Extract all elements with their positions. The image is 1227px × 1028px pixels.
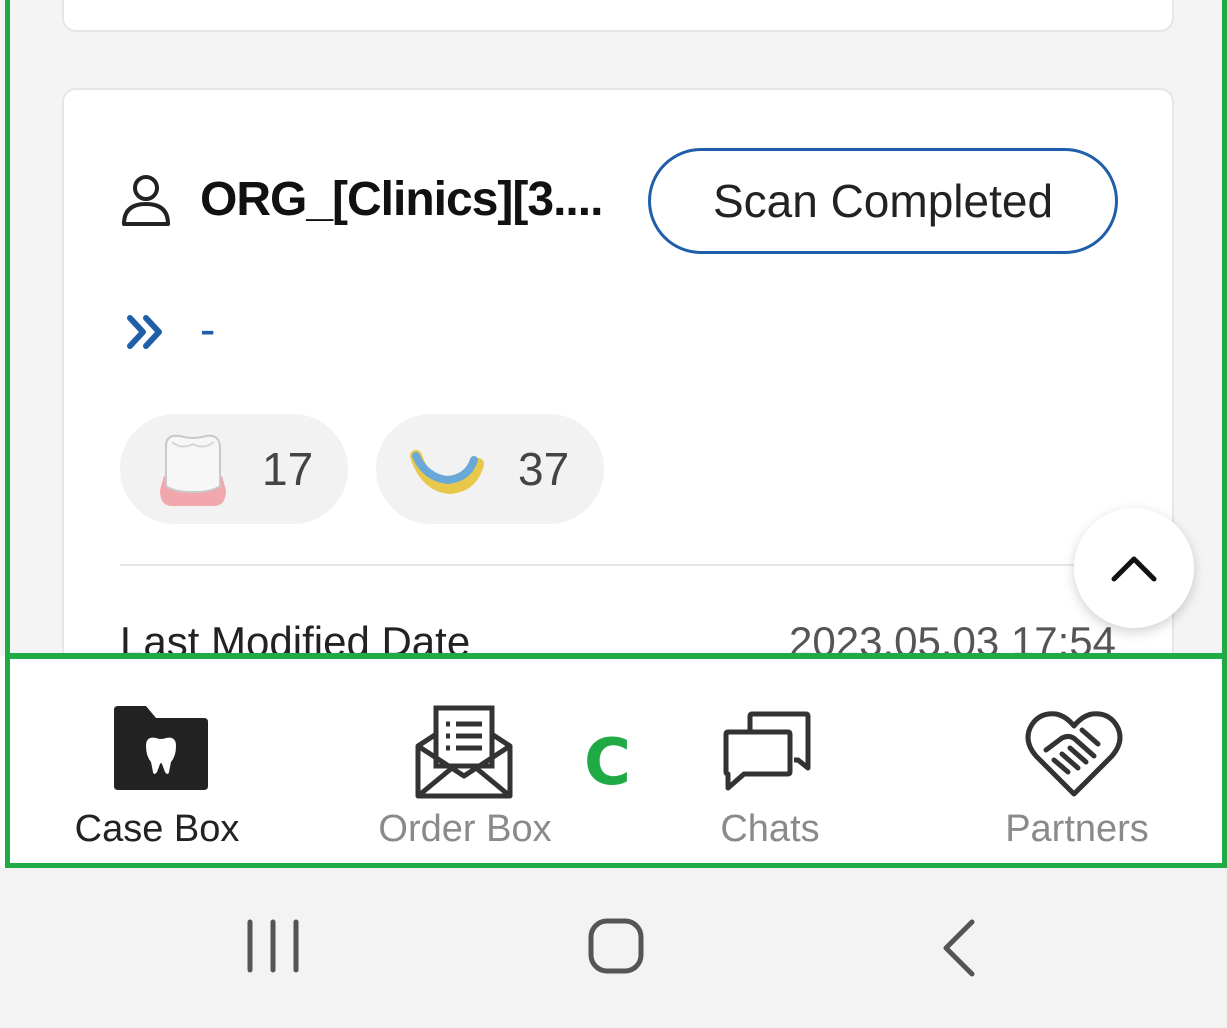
chevron-up-icon [1111,556,1157,582]
previous-case-card[interactable] [62,0,1174,32]
card-divider [120,564,1120,566]
arch-count: 37 [518,443,570,495]
tab-case-box-label: Case Box [74,808,240,850]
chat-bubbles-icon [723,711,811,791]
crown-tooth-icon [160,434,226,506]
tab-case-box[interactable]: Case Box [0,656,310,868]
tab-chats[interactable]: Chats [620,656,920,868]
order-box-envelope-icon [415,705,513,799]
double-chevron-right-icon [127,315,162,349]
back-icon[interactable] [936,916,980,980]
system-navigation-bar [0,868,1227,1028]
patient-name: ORG_[Clinics][3.... [200,173,603,226]
recent-apps-icon[interactable] [244,916,302,976]
annotation-label: C [584,726,631,800]
tab-chats-label: Chats [720,808,820,850]
tab-partners[interactable]: Partners [920,656,1227,868]
status-badge: Scan Completed [648,148,1118,254]
person-icon [122,175,170,226]
home-icon[interactable] [586,916,646,976]
tab-order-box-label: Order Box [378,808,552,850]
tab-partners-label: Partners [1005,808,1149,850]
scroll-to-top-button[interactable] [1074,508,1194,628]
crown-count-chip: 17 [120,414,348,524]
crown-count: 17 [262,443,314,495]
case-box-folder-icon [114,706,208,790]
case-card[interactable]: ORG_[Clinics][3.... Scan Completed - 17 … [62,88,1174,728]
dental-arch-icon [410,450,484,495]
arch-count-chip: 37 [376,414,604,524]
treatment-value: - [200,303,216,355]
handshake-heart-icon [1025,711,1123,797]
tab-order-box[interactable]: Order Box [310,656,620,868]
